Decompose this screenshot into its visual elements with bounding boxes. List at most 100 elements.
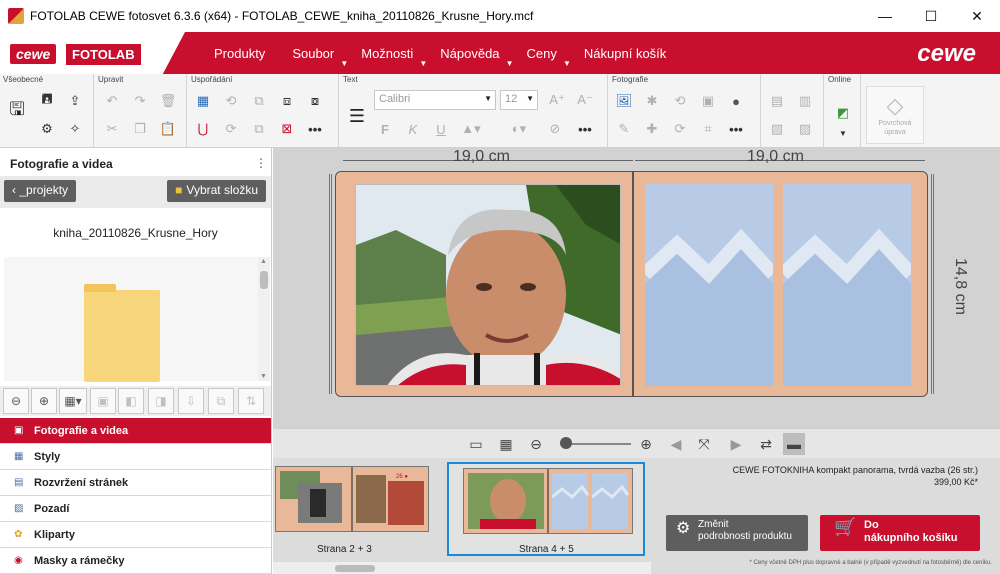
add-text-icon[interactable]: ☰: [344, 96, 370, 136]
sort-icon[interactable]: ⇅: [238, 388, 264, 414]
zoom-out-icon[interactable]: ⊖: [3, 388, 29, 414]
menu-napoveda[interactable]: Nápověda ▼: [431, 32, 517, 74]
strip-scrollbar[interactable]: [273, 562, 651, 574]
add-photo-icon[interactable]: 🖼: [613, 90, 635, 112]
back-projects-button[interactable]: ‹ _projekty: [4, 180, 77, 202]
menu-ceny[interactable]: Ceny ▼: [518, 32, 575, 74]
remove-layer-icon[interactable]: ⊠: [276, 118, 298, 140]
layout3-icon[interactable]: ▧: [766, 118, 788, 140]
rotate-right-icon[interactable]: ⟳: [220, 118, 242, 140]
font-grow-icon[interactable]: A⁺: [546, 89, 568, 111]
single-view-icon[interactable]: ▭: [465, 433, 487, 455]
bold-button[interactable]: F: [374, 118, 396, 140]
magnet-icon[interactable]: ⋃: [192, 118, 214, 140]
italic-button[interactable]: K: [402, 118, 424, 140]
selected-spread-frame[interactable]: Strana 4 + 5: [447, 462, 645, 556]
layout-icon[interactable]: ▤: [766, 90, 788, 112]
photo-selfie[interactable]: [355, 184, 621, 386]
grid-icon[interactable]: ▦: [192, 90, 214, 112]
underline-button[interactable]: U: [430, 118, 452, 140]
photo-rotate2-icon[interactable]: ⟳: [669, 118, 691, 140]
import-icon[interactable]: ⇩: [178, 388, 204, 414]
scroll-up-icon[interactable]: ▲: [260, 258, 267, 265]
add-to-cart-button[interactable]: 🛒 Do nákupního košíku: [820, 515, 980, 551]
send-back-icon[interactable]: ⧇: [304, 90, 326, 112]
export-icon[interactable]: ⇪: [64, 90, 86, 112]
rotate-left-icon[interactable]: ⟲: [220, 90, 242, 112]
layout2-icon[interactable]: ▥: [794, 90, 816, 112]
folder-icon[interactable]: [84, 284, 160, 382]
category-cliparts[interactable]: ✿ Kliparty: [0, 522, 271, 548]
file-browser-scrollbar[interactable]: ▲ ▼: [258, 257, 270, 381]
scroll-down-icon[interactable]: ▼: [260, 373, 267, 380]
scroll-thumb[interactable]: [260, 271, 268, 289]
fit-screen-icon[interactable]: ⤧: [693, 433, 715, 455]
wizard-icon[interactable]: ✧: [64, 118, 86, 140]
no-format-icon[interactable]: ⊘: [544, 118, 566, 140]
photo-rotate-icon[interactable]: ⟲: [669, 90, 691, 112]
change-product-button[interactable]: ⚙ Změnit podrobnosti produktu: [666, 515, 808, 551]
choose-folder-button[interactable]: ■ Vybrat složku: [167, 180, 266, 202]
photo-settings-icon[interactable]: ✱: [641, 90, 663, 112]
more-icon[interactable]: •••: [725, 118, 747, 140]
mask-icon[interactable]: ●: [725, 90, 747, 112]
zoom-slider-handle[interactable]: [560, 437, 572, 449]
photo-crop-icon[interactable]: ⌗: [697, 118, 719, 140]
save-icon[interactable]: 🖫: [4, 92, 30, 132]
category-photos[interactable]: ▣ Fotografie a videa: [0, 418, 271, 444]
fill-page-icon[interactable]: ▣: [90, 388, 116, 414]
save-as-icon[interactable]: 🖪: [36, 90, 58, 112]
gear-icon[interactable]: ⚙: [36, 118, 58, 140]
menu-nakupni-kosik[interactable]: Nákupní košík: [575, 32, 684, 74]
font-shrink-icon[interactable]: A⁻: [574, 89, 596, 111]
zoom-slider[interactable]: [563, 443, 631, 445]
bring-front-icon[interactable]: ⧈: [276, 90, 298, 112]
menu-moznosti[interactable]: Možnosti ▼: [352, 32, 431, 74]
cut-icon[interactable]: ✂: [101, 118, 123, 140]
menu-soubor[interactable]: Soubor ▼: [283, 32, 352, 74]
right-page-icon[interactable]: ◨: [148, 388, 174, 414]
layer-down-icon[interactable]: ⧉: [248, 118, 270, 140]
left-page-icon[interactable]: ◧: [118, 388, 144, 414]
minimize-button[interactable]: —: [862, 0, 908, 32]
category-styles[interactable]: ▦ Styly: [0, 444, 271, 470]
copy-icon[interactable]: ❐: [129, 118, 151, 140]
close-button[interactable]: ✕: [954, 0, 1000, 32]
photo-edit-icon[interactable]: ✎: [613, 118, 635, 140]
font-size-select[interactable]: 12 ▼: [500, 90, 538, 110]
photo-placeholder-2[interactable]: [778, 184, 917, 386]
previous-page-icon[interactable]: ◀: [665, 433, 687, 455]
chevron-down-icon[interactable]: ▼: [832, 122, 854, 144]
text-color-icon[interactable]: ▲▾: [460, 118, 482, 140]
text-effect-icon[interactable]: ◐▾: [508, 118, 530, 140]
copy-photo-icon[interactable]: ⧉: [208, 388, 234, 414]
category-masks-frames[interactable]: ◉ Masky a rámečky: [0, 548, 271, 574]
panel-menu-icon[interactable]: ⋮: [255, 156, 267, 170]
undo-icon[interactable]: ↶: [101, 90, 123, 112]
photo-placeholder-1[interactable]: [640, 184, 779, 386]
zoom-out-icon[interactable]: ⊖: [525, 433, 547, 455]
surface-finish-button[interactable]: ◇ Povrchová úprava: [866, 86, 924, 144]
more-icon[interactable]: •••: [574, 118, 596, 140]
zoom-in-icon[interactable]: ⊕: [635, 433, 657, 455]
more-icon[interactable]: •••: [304, 118, 326, 140]
paste-icon[interactable]: 📋: [157, 118, 179, 140]
category-backgrounds[interactable]: ▨ Pozadí: [0, 496, 271, 522]
redo-icon[interactable]: ↷: [129, 90, 151, 112]
zoom-in-icon[interactable]: ⊕: [31, 388, 57, 414]
thumbnail-spread-2-3[interactable]: 26 ●: [275, 466, 429, 532]
file-browser[interactable]: [4, 257, 258, 382]
maximize-button[interactable]: ☐: [908, 0, 954, 32]
online-icon[interactable]: ◩: [832, 102, 854, 124]
delete-icon[interactable]: 🗑: [157, 90, 179, 112]
photo-add-icon[interactable]: ✚: [641, 118, 663, 140]
grid-view-icon[interactable]: ▦▾: [59, 388, 87, 414]
thumbnail-spread-4-5[interactable]: [463, 468, 633, 534]
category-layouts[interactable]: ▤ Rozvržení stránek: [0, 470, 271, 496]
spread-view-icon[interactable]: ▬: [783, 433, 805, 455]
font-family-select[interactable]: Calibri ▼: [374, 90, 496, 110]
rotate-view-icon[interactable]: ⇄: [755, 433, 777, 455]
layout4-icon[interactable]: ▨: [794, 118, 816, 140]
strip-scroll-thumb[interactable]: [335, 565, 375, 572]
next-page-icon[interactable]: ▶: [725, 433, 747, 455]
